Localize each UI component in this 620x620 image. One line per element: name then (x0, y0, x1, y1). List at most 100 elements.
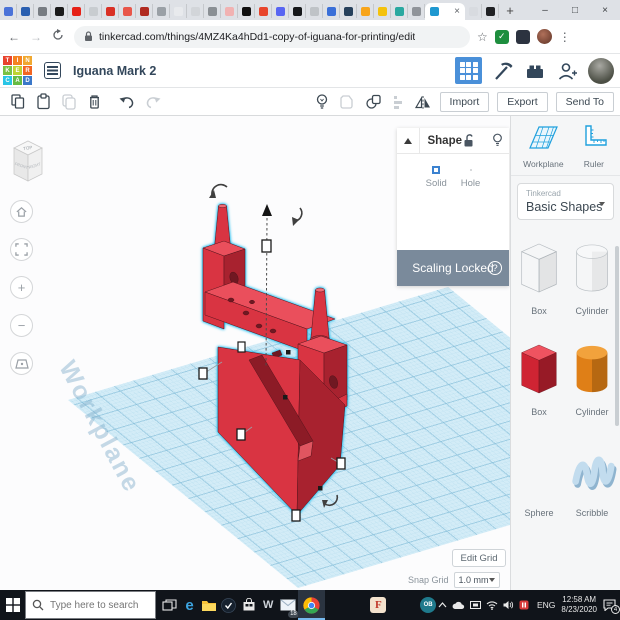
f-app-icon[interactable]: F (369, 590, 389, 620)
browser-tab[interactable] (85, 4, 102, 18)
workplane-tool[interactable]: Workplane (523, 124, 564, 169)
microsoft-store-icon[interactable] (239, 590, 259, 620)
mail-icon[interactable]: 18 (278, 590, 299, 620)
fit-view-button[interactable] (10, 238, 33, 261)
pickaxe-icon[interactable] (492, 60, 514, 82)
browser-tab[interactable] (221, 4, 238, 18)
browser-tab[interactable] (391, 4, 408, 18)
browser-tab[interactable] (34, 4, 51, 18)
tray-display-icon[interactable] (469, 600, 481, 610)
browser-tab[interactable] (306, 4, 323, 18)
gallery-item-scribble[interactable]: Scribble (567, 439, 617, 518)
browser-tab-active[interactable]: × (425, 3, 465, 20)
gallery-item-cylinder-orange[interactable]: Cylinder (567, 338, 617, 417)
onedrive-cloud-icon[interactable] (452, 601, 465, 610)
gallery-item-box-red[interactable]: Box (514, 338, 564, 417)
browser-tab[interactable] (17, 4, 34, 18)
bookmark-star-icon[interactable]: ☆ (477, 30, 488, 44)
browser-tab[interactable] (289, 4, 306, 18)
extension-dark-icon[interactable] (515, 29, 530, 44)
design-menu-icon[interactable] (44, 62, 61, 79)
browser-tab[interactable] (170, 4, 187, 18)
edit-grid-button[interactable]: Edit Grid (452, 549, 506, 567)
chrome-icon-active[interactable] (297, 590, 325, 620)
viewport-3d[interactable]: Workplane TOP FRONT RIGHT + − Edit Grid … (0, 116, 510, 590)
browser-tab[interactable] (102, 4, 119, 18)
show-all-bulb-icon[interactable] (315, 93, 329, 111)
hole-swatch[interactable]: Hole (461, 170, 481, 250)
export-button[interactable]: Export (497, 91, 548, 112)
hidden-icons-chevron[interactable] (438, 602, 447, 608)
browser-tab[interactable] (255, 4, 272, 18)
start-button[interactable] (0, 590, 25, 620)
w-app-icon[interactable]: W (258, 590, 278, 620)
browser-tab[interactable] (136, 4, 153, 18)
send-to-button[interactable]: Send To (555, 91, 614, 112)
browser-tab[interactable] (374, 4, 391, 18)
tab-close-icon[interactable]: × (454, 6, 460, 17)
browser-tab[interactable] (51, 4, 68, 18)
zoom-out-button[interactable]: − (10, 314, 33, 337)
browser-tab[interactable] (238, 4, 255, 18)
top-scale-handle[interactable] (261, 239, 272, 253)
scale-height-cone-handle[interactable] (262, 204, 272, 216)
browser-tab[interactable] (408, 4, 425, 18)
invite-person-icon[interactable] (556, 60, 578, 82)
design-title[interactable]: Iguana Mark 2 (73, 64, 156, 78)
snap-grid-select[interactable]: 1.0 mm (453, 572, 500, 588)
copy-icon[interactable] (10, 93, 26, 110)
delete-icon[interactable] (87, 93, 102, 110)
user-avatar[interactable] (588, 57, 614, 84)
zoom-in-button[interactable]: + (10, 276, 33, 299)
action-center-icon[interactable]: 4 (603, 599, 620, 614)
browser-menu-icon[interactable]: ⋮ (559, 30, 571, 44)
browser-tab[interactable] (357, 4, 374, 18)
brick-icon[interactable] (524, 60, 546, 82)
window-minimize-button[interactable]: – (530, 0, 560, 20)
tinkercad-logo[interactable]: TIN KER CAD (3, 56, 32, 85)
volume-icon[interactable] (503, 600, 514, 610)
search-input[interactable] (50, 599, 156, 611)
gallery-item-sphere-blue[interactable]: Sphere (514, 439, 564, 518)
task-view-icon[interactable] (160, 590, 180, 620)
check-circle-app-icon[interactable] (219, 590, 239, 620)
extension-check-icon[interactable]: ✓ (494, 29, 509, 44)
mirror-icon[interactable] (414, 94, 432, 110)
paste-icon[interactable] (36, 93, 51, 110)
file-explorer-icon[interactable] (199, 590, 219, 620)
browser-tab[interactable] (0, 4, 17, 18)
browser-tab[interactable] (68, 4, 85, 18)
solid-swatch[interactable]: Solid (426, 170, 447, 250)
shape-library-dropdown[interactable]: Tinkercad Basic Shapes (517, 183, 614, 220)
view-cube[interactable]: TOP FRONT RIGHT (6, 136, 50, 186)
undo-icon[interactable] (118, 94, 135, 109)
ruler-tool[interactable]: Ruler (580, 124, 608, 169)
browser-tab[interactable] (153, 4, 170, 18)
new-tab-button[interactable]: + (499, 0, 521, 20)
home-view-button[interactable] (10, 200, 33, 223)
language-indicator[interactable]: ENG (537, 600, 555, 610)
browser-tab[interactable] (482, 4, 499, 18)
help-icon[interactable]: ? (488, 261, 502, 275)
browser-tab[interactable] (323, 4, 340, 18)
refresh-button[interactable] (50, 29, 66, 44)
sidebar-scrollbar[interactable] (615, 246, 619, 426)
taskbar-clock[interactable]: 12:58 AM 8/23/2020 (561, 595, 597, 616)
browser-tab[interactable] (272, 4, 289, 18)
browser-tab[interactable] (187, 4, 204, 18)
recording-tray-icon[interactable] (519, 600, 529, 610)
wifi-icon[interactable] (486, 600, 498, 610)
browser-tab[interactable] (465, 4, 482, 18)
group-shapes-icon[interactable] (365, 93, 382, 110)
window-close-button[interactable]: × (590, 0, 620, 20)
visibility-bulb-icon[interactable] (492, 133, 503, 148)
gallery-item-cylinder-transparent[interactable]: Cylinder (567, 237, 617, 316)
obs-app-icon[interactable]: OB (418, 590, 438, 620)
browser-tab[interactable] (119, 4, 136, 18)
back-button[interactable]: ← (6, 30, 22, 44)
edge-icon[interactable]: e (180, 590, 200, 620)
gallery-item-box-transparent[interactable]: Box (514, 237, 564, 316)
collapse-panel-button[interactable] (397, 128, 421, 153)
browser-profile-avatar[interactable] (536, 29, 552, 44)
taskbar-search[interactable] (25, 591, 157, 619)
